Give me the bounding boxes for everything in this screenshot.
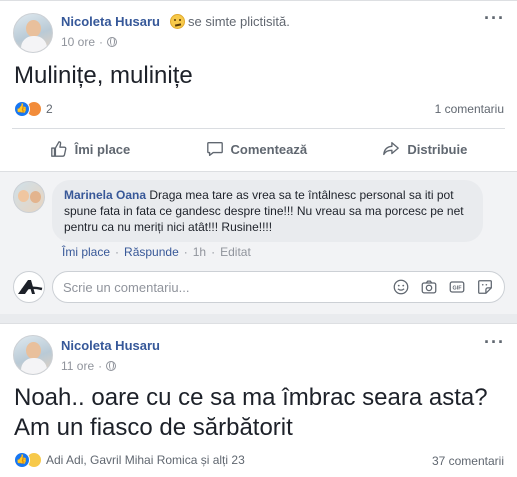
- emoji-icon[interactable]: [392, 278, 410, 296]
- comment-input-box: GIF: [52, 271, 505, 303]
- author-avatar[interactable]: [13, 13, 53, 53]
- comment-like-link[interactable]: Îmi place: [62, 245, 110, 259]
- post-text: Mulinițe, mulinițe: [14, 62, 193, 89]
- author-name[interactable]: Nicoleta Husaru: [61, 338, 160, 353]
- share-button[interactable]: Distribuie: [382, 140, 467, 158]
- reactors-text: Adi Adi, Gavril Mihai Romica și alți 23: [46, 453, 245, 467]
- author-avatar[interactable]: [13, 335, 53, 375]
- comment-icon: [206, 142, 223, 156]
- svg-text:GIF: GIF: [453, 285, 463, 291]
- action-bar: Îmi place Comentează Distribuie: [12, 133, 505, 165]
- commenter-avatar[interactable]: [13, 181, 45, 213]
- comment-actions: Îmi place · Răspunde · 1h · Editat: [62, 245, 251, 259]
- post-time[interactable]: 11 ore: [61, 359, 94, 373]
- post-time[interactable]: 10 ore: [61, 35, 95, 49]
- comment-edited[interactable]: Editat: [220, 245, 251, 259]
- post-meta: 10 ore ·: [61, 35, 118, 49]
- post-text-line: Am un fiasco de sărbătorit: [14, 414, 293, 441]
- comments-count[interactable]: 1 comentariu: [435, 102, 504, 116]
- like-reaction-icon: 👍: [14, 101, 30, 117]
- like-icon: [50, 141, 67, 157]
- reaction-summary[interactable]: 👍 Adi Adi, Gavril Mihai Romica și alți 2…: [14, 452, 245, 468]
- author-name[interactable]: Nicoleta Husaru: [61, 14, 160, 29]
- comment-button[interactable]: Comentează: [206, 140, 308, 158]
- globe-icon: [107, 37, 118, 47]
- comment-label: Comentează: [230, 141, 308, 157]
- bored-emoji-icon: [170, 14, 185, 29]
- reaction-count: 2: [46, 102, 53, 116]
- share-icon: [383, 142, 400, 156]
- post-text-line: Noah.. oare cu ce sa ma îmbrac seara ast…: [14, 384, 488, 411]
- more-icon[interactable]: ···: [484, 9, 505, 27]
- post-text: Noah.. oare cu ce sa ma îmbrac seara ast…: [14, 383, 488, 443]
- share-label: Distribuie: [407, 141, 468, 157]
- sticker-icon[interactable]: [476, 278, 494, 296]
- comment-bubble: Marinela Oana Draga mea tare as vrea sa …: [52, 180, 483, 242]
- globe-icon: [106, 361, 117, 371]
- post-card: Nicoleta Husaru 11 ore · ··· Noah.. oare…: [0, 323, 517, 477]
- like-reaction-icon: 👍: [14, 452, 30, 468]
- comment-time[interactable]: 1h: [193, 245, 206, 259]
- comment-input[interactable]: [63, 279, 382, 295]
- reaction-summary[interactable]: 👍 2: [14, 101, 53, 117]
- gif-icon[interactable]: GIF: [448, 278, 466, 296]
- comments-section: Marinela Oana Draga mea tare as vrea sa …: [0, 171, 517, 314]
- current-user-avatar[interactable]: [13, 271, 45, 303]
- like-label: Îmi place: [74, 141, 131, 157]
- user-logo-icon: [18, 280, 43, 294]
- divider: [12, 128, 505, 129]
- like-button[interactable]: Îmi place: [50, 140, 131, 158]
- feeling-status: se simte plictisită.: [170, 14, 290, 29]
- feeling-text: se simte plictisită.: [188, 14, 290, 29]
- comment-reply-link[interactable]: Răspunde: [124, 245, 179, 259]
- camera-icon[interactable]: [420, 278, 438, 296]
- post-meta: 11 ore ·: [61, 359, 117, 373]
- commenter-name[interactable]: Marinela Oana: [64, 188, 146, 202]
- post-card: Nicoleta Husaru se simte plictisită. 10 …: [0, 0, 517, 314]
- more-icon[interactable]: ···: [484, 333, 505, 351]
- comments-count[interactable]: 37 comentarii: [432, 454, 504, 468]
